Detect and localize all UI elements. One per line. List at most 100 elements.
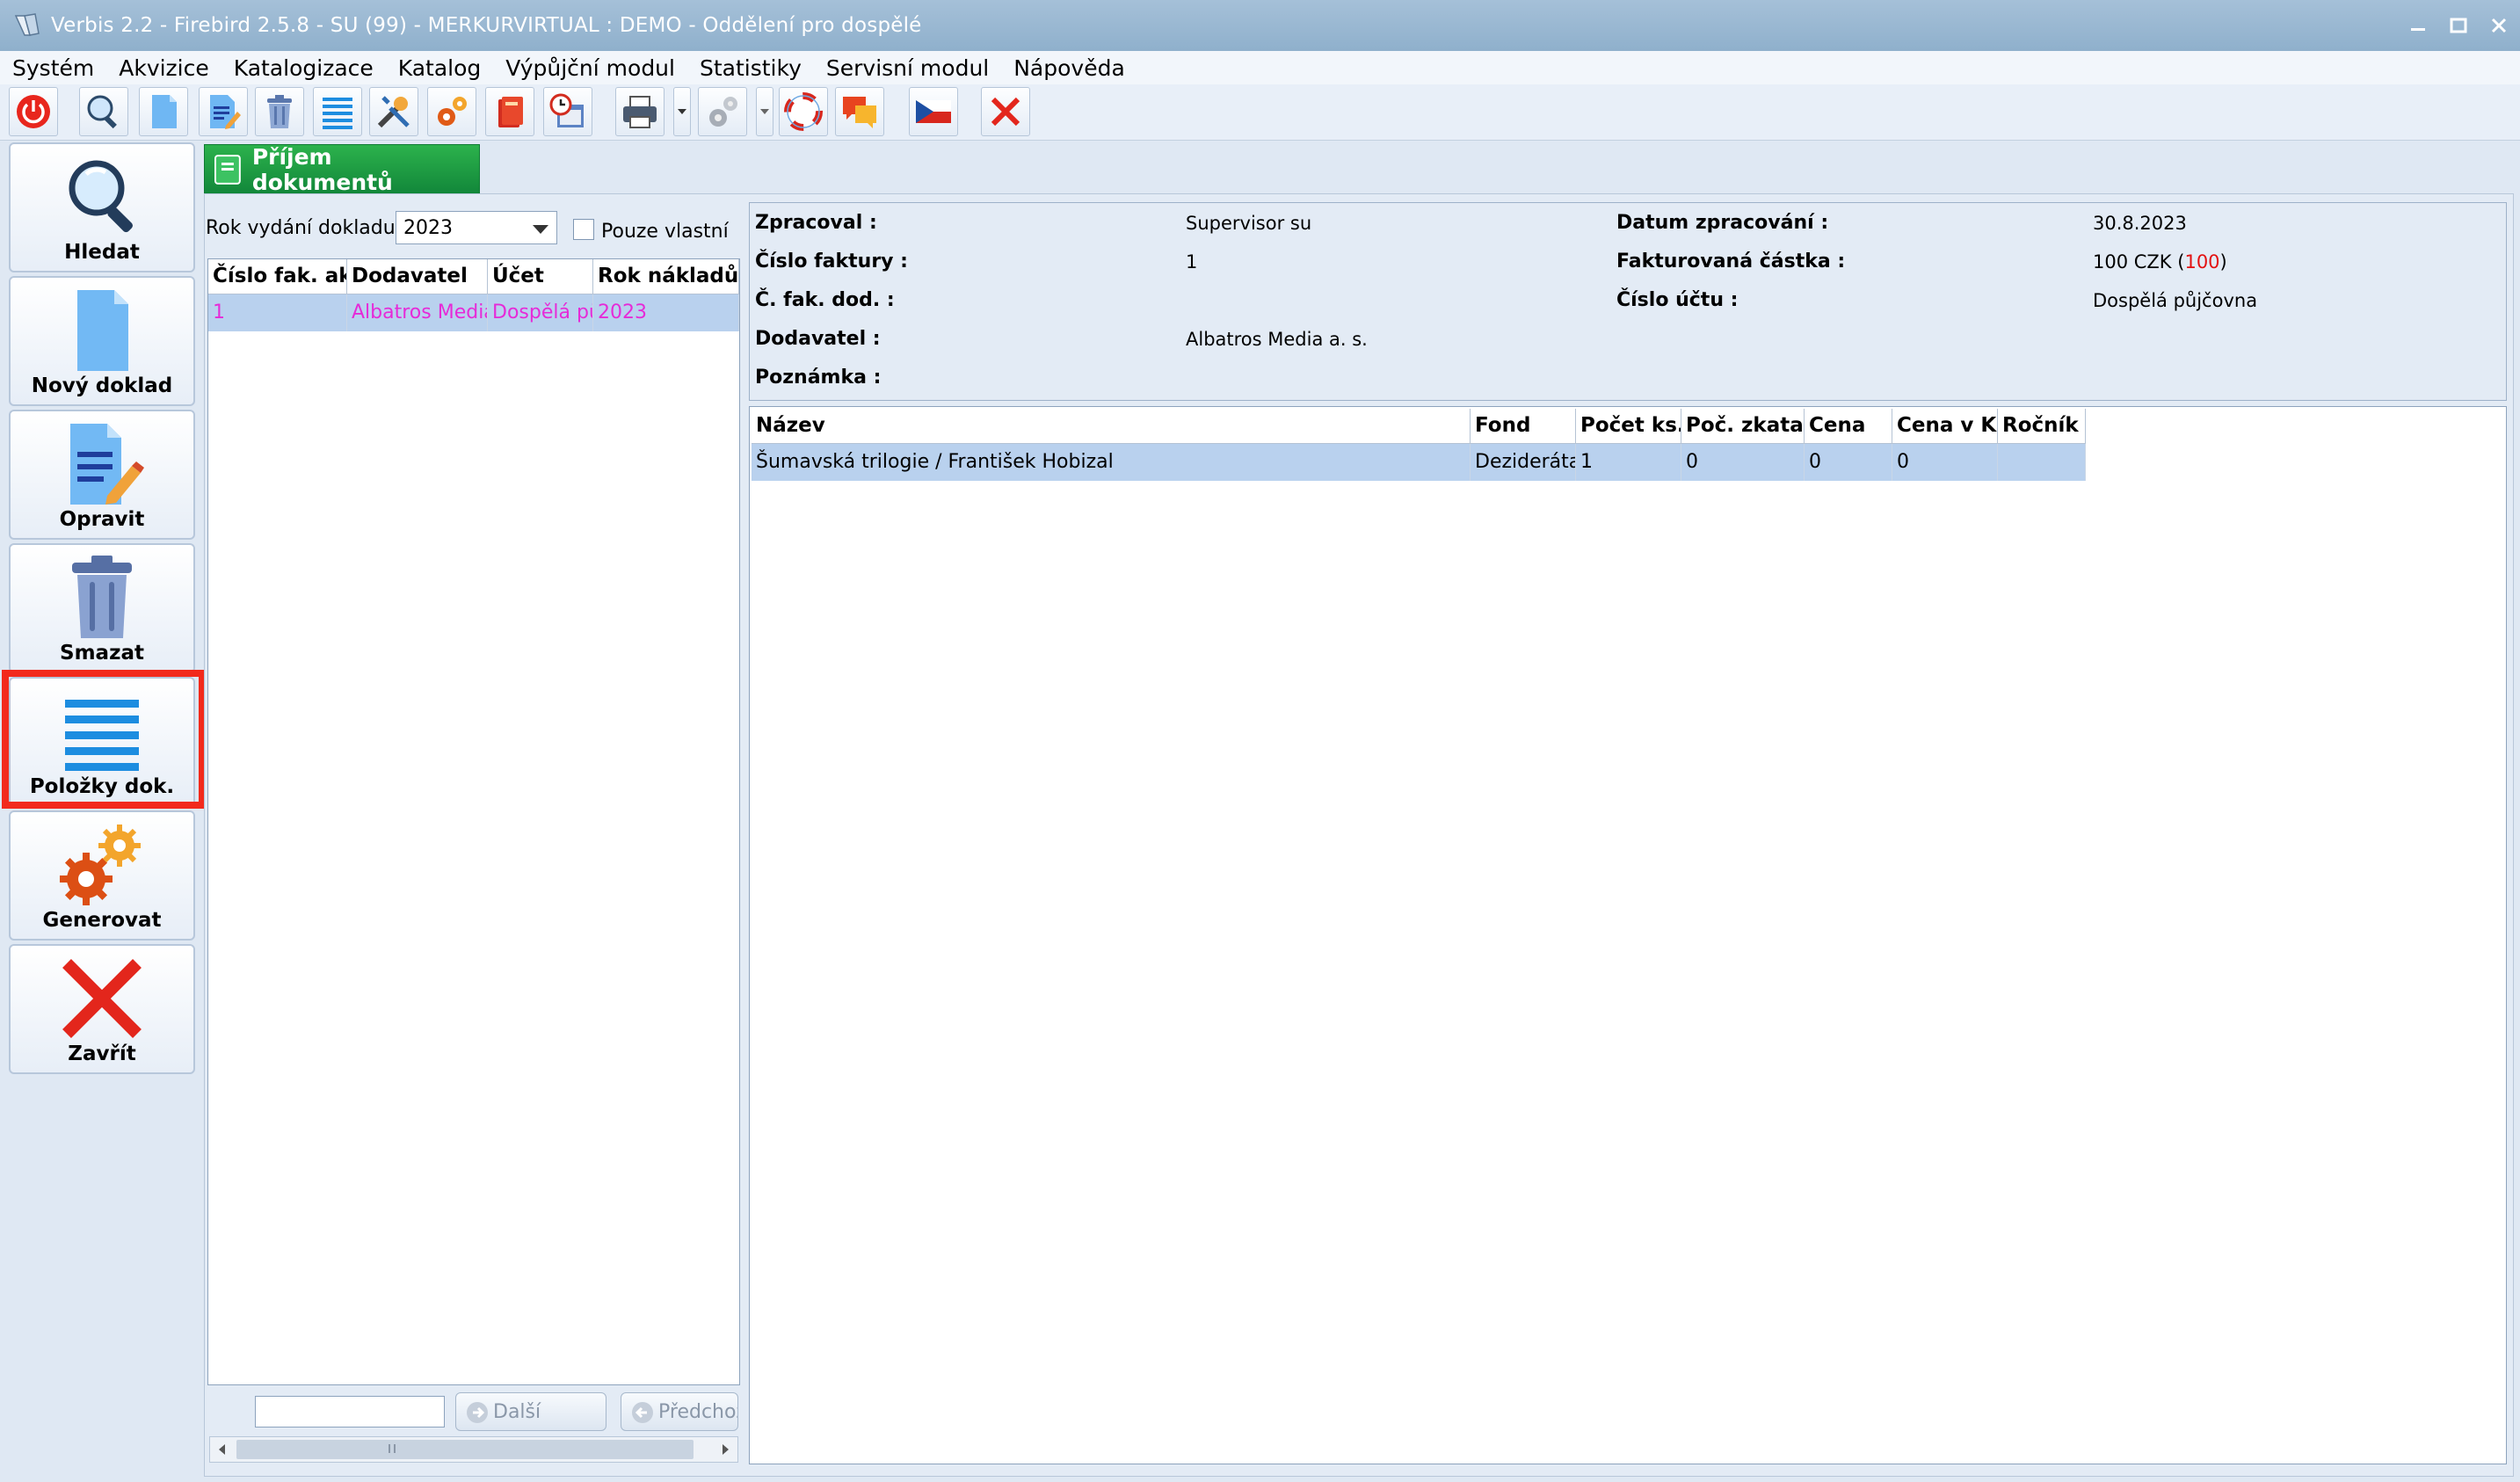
next-button[interactable]: Další	[455, 1392, 606, 1431]
delete-button-label: Smazat	[60, 642, 144, 665]
menu-katalogizace[interactable]: Katalogizace	[221, 55, 386, 81]
account-number-value: Dospělá půjčovna	[2093, 290, 2258, 311]
minimize-button[interactable]	[2398, 7, 2438, 44]
trash-icon	[72, 556, 132, 638]
table-row[interactable]: Šumavská trilogie / František Hobizal De…	[752, 444, 2086, 481]
toolbar-close-button[interactable]	[981, 87, 1030, 136]
scrollbar-thumb[interactable]	[236, 1440, 694, 1459]
delete-button[interactable]: Smazat	[9, 543, 195, 673]
search-icon	[87, 95, 117, 129]
tab-document-receipt[interactable]: Příjem dokumentů	[204, 143, 480, 195]
column-header-cost-year[interactable]: Rok nákladů	[593, 259, 739, 294]
column-header-cataloged[interactable]: Poč. zkatal.	[1681, 409, 1805, 444]
close-window-button[interactable]	[2479, 7, 2519, 44]
gears-icon	[438, 97, 467, 126]
column-header-supplier[interactable]: Dodavatel	[347, 259, 488, 294]
list-icon	[323, 98, 352, 129]
toolbar-settings-button[interactable]	[698, 87, 747, 136]
print-dropdown-button[interactable]	[673, 87, 691, 136]
amount-foreign: 100	[2184, 251, 2220, 272]
new-document-button[interactable]: Nový doklad	[9, 276, 195, 406]
toolbar-generate-button[interactable]	[427, 87, 476, 136]
menu-napoveda[interactable]: Nápověda	[1001, 55, 1137, 81]
cell-volume	[1998, 444, 2086, 481]
own-only-checkbox[interactable]	[573, 219, 594, 240]
lifebuoy-icon	[784, 92, 823, 131]
table-row[interactable]: 1 Albatros Media Dospělá půjčovna 2023	[208, 294, 739, 331]
documents-grid-header: Číslo fak. akv Dodavatel Účet Rok náklad…	[208, 259, 739, 294]
toolbar-schedule-button[interactable]	[543, 87, 592, 136]
close-icon	[2491, 18, 2507, 33]
calendar-clock-icon	[549, 93, 584, 127]
power-button[interactable]	[9, 87, 58, 136]
cell-fund: Dezideráta	[1471, 444, 1576, 481]
menu-statistiky[interactable]: Statistiky	[687, 55, 814, 81]
year-select-value: 2023	[403, 217, 453, 239]
close-button[interactable]: Zavřít	[9, 944, 195, 1074]
power-icon	[17, 95, 50, 128]
scroll-left-icon	[219, 1444, 225, 1455]
own-only-label: Pouze vlastní	[601, 221, 729, 243]
column-header-invoice-number[interactable]: Číslo fak. akv	[208, 259, 347, 294]
menu-akvizice[interactable]: Akvizice	[106, 55, 221, 81]
dropdown-arrow-icon	[760, 109, 769, 114]
amount-main: 100 CZK (	[2093, 251, 2185, 272]
column-header-fund[interactable]: Fond	[1471, 409, 1576, 444]
settings-dropdown-button[interactable]	[756, 87, 773, 136]
processing-date-value: 30.8.2023	[2093, 213, 2187, 234]
column-header-count[interactable]: Počet ks.	[1576, 409, 1681, 444]
documents-grid: Číslo fak. akv Dodavatel Účet Rok náklad…	[207, 258, 740, 1385]
generate-button[interactable]: Generovat	[9, 810, 195, 941]
menu-katalog[interactable]: Katalog	[386, 55, 494, 81]
trash-icon	[267, 95, 292, 128]
generate-button-label: Generovat	[42, 909, 162, 932]
menu-system[interactable]: Systém	[0, 55, 106, 81]
items-grid-header: Název Fond Počet ks. Poč. zkatal. Cena C…	[752, 409, 2086, 444]
menu-servisni-modul[interactable]: Servisní modul	[814, 55, 1001, 81]
note-label: Poznámka :	[755, 367, 882, 389]
column-header-price[interactable]: Cena	[1805, 409, 1892, 444]
edit-document-icon	[210, 95, 241, 129]
toolbar-messages-button[interactable]	[835, 87, 884, 136]
tab-label: Příjem dokumentů	[251, 143, 393, 195]
column-header-title[interactable]: Název	[752, 409, 1471, 444]
cell-cost-year: 2023	[593, 294, 739, 331]
year-filter-label: Rok vydání dokladu :	[206, 217, 409, 239]
toolbar-new-button[interactable]	[139, 87, 188, 136]
previous-button[interactable]: Předchozí	[621, 1392, 738, 1431]
horizontal-scrollbar[interactable]	[209, 1436, 738, 1463]
menu-vypujcni-modul[interactable]: Výpůjční modul	[493, 55, 687, 81]
toolbar-search-button[interactable]	[79, 87, 128, 136]
toolbar-edit-button[interactable]	[199, 87, 248, 136]
search-input[interactable]	[255, 1396, 445, 1428]
supplier-label: Dodavatel :	[755, 328, 881, 350]
close-icon	[991, 97, 1020, 127]
search-button-label: Hledat	[64, 241, 140, 264]
edit-button[interactable]: Opravit	[9, 410, 195, 540]
toolbar-tools-button[interactable]	[369, 87, 418, 136]
dropdown-arrow-icon	[678, 109, 686, 114]
maximize-button[interactable]	[2438, 7, 2479, 44]
search-button[interactable]: Hledat	[9, 142, 195, 272]
toolbar-books-button[interactable]	[485, 87, 534, 136]
app-logo-icon	[14, 13, 40, 36]
column-header-price-czk[interactable]: Cena v Kč	[1892, 409, 1998, 444]
books-icon	[498, 97, 523, 127]
czech-flag-icon	[916, 100, 951, 123]
cell-price: 0	[1805, 444, 1892, 481]
toolbar-help-button[interactable]	[779, 87, 828, 136]
toolbar-items-button[interactable]	[313, 87, 362, 136]
cell-price-czk: 0	[1892, 444, 1998, 481]
year-select[interactable]: 2023	[396, 211, 557, 244]
arrow-left-icon	[632, 1402, 653, 1423]
amount-close: )	[2219, 251, 2227, 272]
toolbar-language-button[interactable]	[909, 87, 958, 136]
grip-icon	[389, 1444, 396, 1453]
edit-button-label: Opravit	[59, 508, 145, 531]
previous-button-label: Předchozí	[658, 1400, 737, 1423]
cell-count: 1	[1576, 444, 1681, 481]
column-header-account[interactable]: Účet	[488, 259, 593, 294]
column-header-volume[interactable]: Ročník	[1998, 409, 2086, 444]
toolbar-delete-button[interactable]	[255, 87, 304, 136]
toolbar-print-button[interactable]	[615, 87, 664, 136]
